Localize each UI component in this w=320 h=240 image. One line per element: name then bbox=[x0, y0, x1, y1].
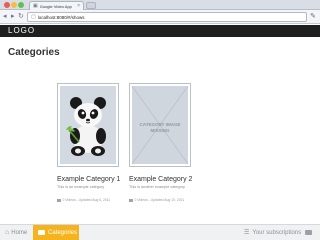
nav-home-label: Home bbox=[11, 229, 28, 236]
category-meta: 0 Videos - Updated Aug 10, 2011 bbox=[129, 198, 184, 203]
nav-categories-label: Categories bbox=[48, 229, 78, 236]
nav-subscriptions[interactable]: ☰ Your subscriptions bbox=[244, 225, 301, 240]
category-thumbnail[interactable]: CATEGORY IMAGE MISSING bbox=[129, 83, 191, 167]
category-title[interactable]: Example Category 2 bbox=[129, 175, 192, 184]
forward-icon[interactable]: ▸ bbox=[11, 13, 15, 20]
minimize-window-icon[interactable] bbox=[11, 2, 17, 8]
category-meta: 0 Videos - Updated Aug 6, 2011 bbox=[57, 198, 110, 203]
video-icon bbox=[129, 199, 133, 202]
category-meta-text: 0 Videos - Updated Aug 6, 2011 bbox=[62, 198, 111, 202]
category-thumbnail[interactable] bbox=[57, 83, 119, 167]
video-icon bbox=[57, 199, 61, 202]
zoom-window-icon[interactable] bbox=[18, 2, 24, 8]
page-title: Categories bbox=[8, 47, 60, 58]
subscriptions-badge bbox=[305, 230, 312, 235]
folder-icon bbox=[38, 230, 45, 235]
page-icon: ▣ bbox=[33, 3, 38, 9]
home-icon: ⌂ bbox=[5, 229, 10, 236]
back-icon[interactable]: ◂ bbox=[3, 13, 7, 20]
category-card[interactable]: Example Category 1 This is an example ca… bbox=[57, 83, 127, 202]
close-window-icon[interactable] bbox=[4, 2, 10, 8]
list-icon: ☰ bbox=[244, 229, 250, 236]
page-icon: ▢ bbox=[31, 13, 36, 20]
nav-subscriptions-label: Your subscriptions bbox=[252, 229, 302, 236]
category-description: This is another example category bbox=[129, 185, 185, 189]
nav-home[interactable]: ⌂ Home bbox=[5, 225, 27, 240]
wrench-icon[interactable]: ✎ bbox=[310, 13, 316, 20]
new-tab-button[interactable] bbox=[86, 2, 96, 9]
missing-image-text: CATEGORY IMAGE MISSING bbox=[139, 122, 181, 133]
address-bar[interactable]: ▢ localhost:8080/#/shows bbox=[27, 12, 307, 22]
category-title[interactable]: Example Category 1 bbox=[57, 175, 120, 184]
logo[interactable]: LOGO bbox=[8, 26, 35, 36]
category-card[interactable]: CATEGORY IMAGE MISSING Example Category … bbox=[129, 83, 199, 202]
reload-icon[interactable]: ↻ bbox=[18, 13, 24, 20]
tab-title: Google Video App bbox=[39, 4, 72, 9]
category-meta-text: 0 Videos - Updated Aug 10, 2011 bbox=[134, 198, 185, 202]
browser-toolbar: ◂ ▸ ↻ ▢ localhost:8080/#/shows ✎ bbox=[0, 10, 320, 24]
missing-image: CATEGORY IMAGE MISSING bbox=[132, 86, 188, 164]
panda-illustration bbox=[60, 86, 116, 164]
app-header: LOGO bbox=[0, 25, 320, 37]
category-description: This is an example category bbox=[57, 185, 105, 189]
bottom-nav: ⌂ Home Categories ☰ Your subscriptions bbox=[0, 224, 320, 240]
panda-image bbox=[60, 86, 116, 164]
tab-close-icon[interactable]: × bbox=[77, 4, 80, 9]
browser-titlebar: ▣ Google Video App × bbox=[0, 0, 320, 11]
nav-categories[interactable]: Categories bbox=[33, 225, 79, 240]
address-text[interactable]: localhost:8080/#/shows bbox=[38, 15, 85, 20]
